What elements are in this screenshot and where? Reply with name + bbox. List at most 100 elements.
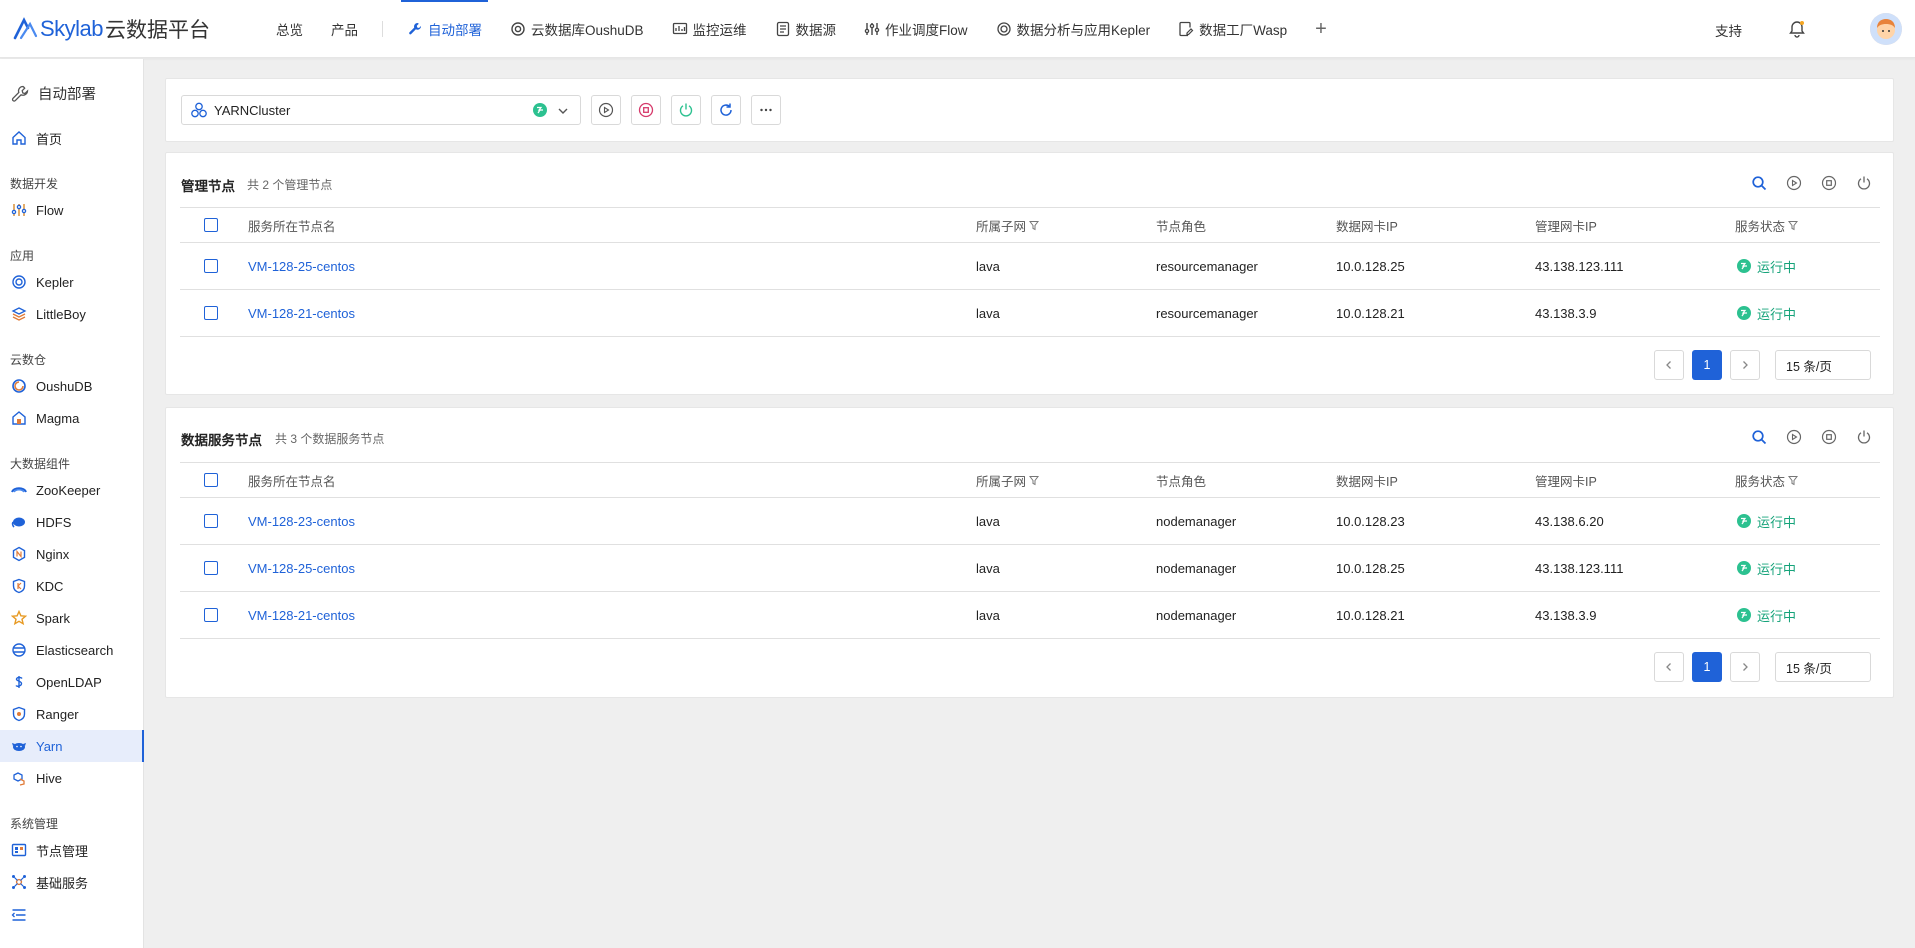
sidebar-item-hive[interactable]: Hive bbox=[0, 762, 144, 794]
power-icon[interactable] bbox=[1856, 429, 1872, 445]
play-circle-icon[interactable] bbox=[1786, 175, 1802, 191]
sidebar-group-label: 应用 bbox=[10, 249, 35, 263]
sidebar-item-littleboy[interactable]: LittleBoy bbox=[0, 298, 144, 330]
nav-oushudb[interactable]: 云数据库OushuDB bbox=[496, 0, 658, 58]
more-actions-button[interactable] bbox=[751, 95, 781, 125]
sidebar-item-nginx[interactable]: Nginx bbox=[0, 538, 144, 570]
play-circle-icon[interactable] bbox=[1786, 429, 1802, 445]
brand-logo[interactable]: Skylab 云数据平台 bbox=[12, 14, 210, 44]
column-header-label: 服务状态 bbox=[1735, 219, 1786, 234]
data-ip-cell: 10.0.128.23 bbox=[1336, 513, 1405, 529]
user-avatar[interactable] bbox=[1870, 13, 1902, 45]
prev-page-button[interactable] bbox=[1654, 652, 1684, 682]
node-name-link[interactable]: VM-128-25-centos bbox=[248, 545, 355, 591]
sidebar-item-kdc[interactable]: KDC bbox=[0, 570, 144, 602]
nav-wasp[interactable]: 数据工厂Wasp bbox=[1164, 0, 1301, 58]
sidebar-item-yarn[interactable]: Yarn bbox=[0, 730, 144, 762]
column-header-node-name: 服务所在节点名 bbox=[248, 474, 336, 489]
mgmt-ip-cell: 43.138.123.111 bbox=[1535, 560, 1624, 576]
shield-check-icon bbox=[11, 706, 27, 722]
next-page-button[interactable] bbox=[1730, 652, 1760, 682]
nav-auto-deploy[interactable]: 自动部署 bbox=[393, 0, 496, 58]
node-name-link[interactable]: VM-128-21-centos bbox=[248, 592, 355, 638]
page-number-current[interactable]: 1 bbox=[1692, 652, 1722, 682]
sidebar-group-label: 数据开发 bbox=[10, 177, 59, 191]
wrench-icon bbox=[11, 85, 29, 102]
add-tab-icon[interactable]: + bbox=[1301, 18, 1341, 41]
row-checkbox[interactable] bbox=[204, 514, 218, 528]
column-header-data-ip: 数据网卡IP bbox=[1336, 474, 1398, 489]
sidebar-item-elasticsearch[interactable]: Elasticsearch bbox=[0, 634, 144, 666]
sidebar-item-node-management[interactable]: 节点管理 bbox=[0, 834, 144, 866]
stop-circle-icon[interactable] bbox=[1821, 175, 1837, 191]
column-header-status[interactable]: 服务状态 bbox=[1735, 208, 1799, 242]
sidebar-item-flow[interactable]: Flow bbox=[0, 194, 144, 226]
page-size-select[interactable]: 15 条/页 bbox=[1775, 652, 1871, 682]
status-label: 运行中 bbox=[1757, 561, 1797, 577]
row-checkbox[interactable] bbox=[204, 306, 218, 320]
filter-icon[interactable] bbox=[1788, 220, 1799, 231]
power-cluster-button[interactable] bbox=[671, 95, 701, 125]
row-checkbox[interactable] bbox=[204, 608, 218, 622]
sidebar-item-base-services[interactable]: 基础服务 bbox=[0, 866, 144, 898]
page-size-select[interactable]: 15 条/页 bbox=[1775, 350, 1871, 380]
filter-icon[interactable] bbox=[1029, 220, 1040, 231]
nav-kepler[interactable]: 数据分析与应用Kepler bbox=[982, 0, 1165, 58]
row-checkbox[interactable] bbox=[204, 561, 218, 575]
prev-page-button[interactable] bbox=[1654, 350, 1684, 380]
bell-icon[interactable] bbox=[1787, 19, 1807, 39]
select-all-checkbox[interactable] bbox=[204, 473, 218, 487]
search-icon[interactable] bbox=[1751, 429, 1767, 445]
data-nodes-table-header: 服务所在节点名 所属子网 节点角色 数据网卡IP 管理网卡IP 服务状态 bbox=[180, 462, 1880, 498]
sidebar-title-label: 自动部署 bbox=[38, 87, 96, 103]
refresh-cluster-button[interactable] bbox=[711, 95, 741, 125]
data-nodes-title: 数据服务节点 bbox=[181, 433, 262, 448]
next-page-button[interactable] bbox=[1730, 350, 1760, 380]
data-ip-cell: 10.0.128.21 bbox=[1336, 607, 1405, 623]
stop-cluster-button[interactable] bbox=[631, 95, 661, 125]
sidebar-item-ranger[interactable]: Ranger bbox=[0, 698, 144, 730]
sidebar-item-spark[interactable]: Spark bbox=[0, 602, 144, 634]
filter-icon[interactable] bbox=[1029, 475, 1040, 486]
column-header-mgmt-ip: 管理网卡IP bbox=[1535, 474, 1597, 489]
collapse-menu-icon[interactable] bbox=[11, 907, 27, 923]
column-header-label: 服务状态 bbox=[1735, 474, 1786, 489]
row-checkbox[interactable] bbox=[204, 259, 218, 273]
status-badge: 运行中 bbox=[1737, 592, 1796, 638]
running-status-icon bbox=[533, 103, 547, 117]
page-number-current[interactable]: 1 bbox=[1692, 350, 1722, 380]
sidebar-item-hdfs[interactable]: HDFS bbox=[0, 506, 144, 538]
sidebar-item-label: OushuDB bbox=[36, 378, 93, 394]
sidebar-item-oushudb[interactable]: OushuDB bbox=[0, 370, 144, 402]
brand-name: Skylab bbox=[40, 16, 104, 41]
power-icon[interactable] bbox=[1856, 175, 1872, 191]
chevron-down-icon bbox=[558, 108, 568, 114]
column-header-subnet[interactable]: 所属子网 bbox=[976, 463, 1040, 497]
sidebar-item-label: Kepler bbox=[36, 274, 74, 290]
start-cluster-button[interactable] bbox=[591, 95, 621, 125]
sidebar-item-openldap[interactable]: OpenLDAP bbox=[0, 666, 144, 698]
nav-datasource[interactable]: 数据源 bbox=[761, 0, 851, 58]
sidebar-item-home[interactable]: 首页 bbox=[0, 122, 144, 154]
nav-monitoring[interactable]: 监控运维 bbox=[658, 0, 761, 58]
node-name-link[interactable]: VM-128-25-centos bbox=[248, 243, 355, 289]
filter-icon[interactable] bbox=[1788, 475, 1799, 486]
edit-doc-icon bbox=[1178, 21, 1194, 37]
stop-circle-icon[interactable] bbox=[1821, 429, 1837, 445]
select-all-checkbox[interactable] bbox=[204, 218, 218, 232]
nav-flow[interactable]: 作业调度Flow bbox=[850, 0, 982, 58]
cluster-select[interactable]: YARNCluster bbox=[181, 95, 581, 125]
search-icon[interactable] bbox=[1751, 175, 1767, 191]
nav-overview[interactable]: 总览 bbox=[262, 0, 317, 58]
column-header-status[interactable]: 服务状态 bbox=[1735, 463, 1799, 497]
support-link[interactable]: 支持 bbox=[1715, 20, 1742, 40]
column-header-subnet[interactable]: 所属子网 bbox=[976, 208, 1040, 242]
nav-products[interactable]: 产品 bbox=[317, 0, 372, 58]
sidebar-item-magma[interactable]: Magma bbox=[0, 402, 144, 434]
sidebar-item-kepler[interactable]: Kepler bbox=[0, 266, 144, 298]
sidebar-item-zookeeper[interactable]: ZooKeeper bbox=[0, 474, 144, 506]
sidebar-item-label: OpenLDAP bbox=[36, 674, 102, 690]
node-name-link[interactable]: VM-128-23-centos bbox=[248, 498, 355, 544]
node-name-link[interactable]: VM-128-21-centos bbox=[248, 290, 355, 336]
sidebar-group-label: 大数据组件 bbox=[10, 457, 71, 471]
